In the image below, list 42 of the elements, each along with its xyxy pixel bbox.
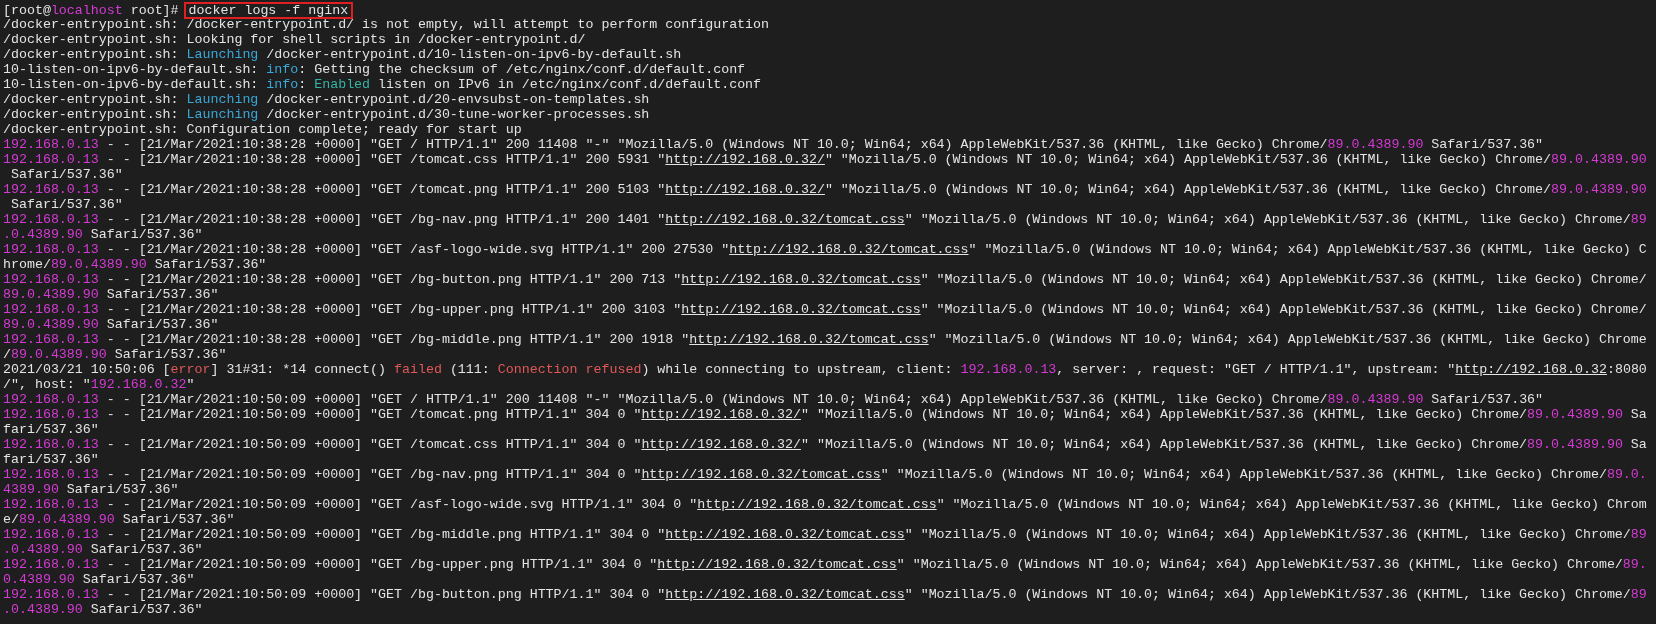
log-line: /docker-entrypoint.sh: Looking for shell scripts in /docker-entrypoint.d/ (3, 32, 586, 47)
log-line: 192.168.0.13 - - [21/Mar/2021:10:38:28 +0000] "GET /asf-logo-wide.svg HTTP/1.1" 200 27530 "http://192.168.0.32/tomcat.css" "Mozilla/5.0 (Windows NT 10.0; Win64; x64) AppleWebKit/537.36 (KHTML, like Gecko) C (3, 242, 1647, 257)
log-line: Safari/537.36" (9, 197, 123, 212)
log-line: 192.168.0.13 - - [21/Mar/2021:10:38:28 +0000] "GET /tomcat.png HTTP/1.1" 200 5103 "http://192.168.0.32/" "Mozilla/5.0 (Windows NT 10.0; Win64; x64) AppleWebKit/537.36 (KHTML, like Gecko) Chrome/89.0.4389.90 (3, 182, 1647, 197)
log-line: 2021/03/21 10:50:06 [error] 31#31: *14 connect() failed (111: Connection refused) while connecting to upstream, client: 192.168.0.13, server: , request: "GET / HTTP/1.1", upstream: "http://192.168.0.32:8080 (3, 362, 1647, 377)
highlighted-command: docker logs -f nginx (183, 2, 354, 19)
log-line: 192.168.0.13 - - [21/Mar/2021:10:50:09 +0000] "GET /tomcat.png HTTP/1.1" 304 0 "http://192.168.0.32/" "Mozilla/5.0 (Windows NT 10.0; Win64; x64) AppleWebKit/537.36 (KHTML, like Gecko) Chrome/89.0.4389.90 Sa (3, 407, 1647, 422)
log-line: hrome/89.0.4389.90 Safari/537.36" (3, 257, 267, 272)
log-line: 89.0.4389.90 Safari/537.36" (3, 317, 219, 332)
log-line: 89.0.4389.90 Safari/537.36" (3, 287, 219, 302)
log-line: .0.4389.90 Safari/537.36" (3, 602, 203, 617)
log-line: 4389.90 Safari/537.36" (3, 482, 179, 497)
log-line: 10-listen-on-ipv6-by-default.sh: info: Getting the checksum of /etc/nginx/conf.d/default.conf (3, 62, 746, 77)
log-line: 192.168.0.13 - - [21/Mar/2021:10:38:28 +0000] "GET /bg-middle.png HTTP/1.1" 200 1918 "http://192.168.0.32/tomcat.css" "Mozilla/5.0 (Windows NT 10.0; Win64; x64) AppleWebKit/537.36 (KHTML, like Gecko) Chrome (3, 332, 1647, 347)
log-line: Safari/537.36" (9, 167, 123, 182)
log-line: .0.4389.90 Safari/537.36" (3, 227, 203, 242)
log-line: /docker-entrypoint.sh: Configuration complete; ready for start up (3, 122, 522, 137)
log-line: 192.168.0.13 - - [21/Mar/2021:10:50:09 +0000] "GET / HTTP/1.1" 200 11408 "-" "Mozilla/5.0 (Windows NT 10.0; Win64; x64) AppleWebKit/537.36 (KHTML, like Gecko) Chrome/89.0.4389.90 Safari/537.36" (3, 392, 1544, 407)
log-line: 192.168.0.13 - - [21/Mar/2021:10:50:09 +0000] "GET /bg-upper.png HTTP/1.1" 304 0 "http://192.168.0.32/tomcat.css" "Mozilla/5.0 (Windows NT 10.0; Win64; x64) AppleWebKit/537.36 (KHTML, like Gecko) Chrome/89. (3, 557, 1647, 572)
log-line: /docker-entrypoint.sh: Launching /docker-entrypoint.d/20-envsubst-on-templates.sh (3, 92, 650, 107)
shell-prompt: [root@localhost root]# (3, 3, 180, 18)
log-line: fari/537.36" (3, 422, 99, 437)
log-line: 192.168.0.13 - - [21/Mar/2021:10:38:28 +0000] "GET /bg-button.png HTTP/1.1" 200 713 "http://192.168.0.32/tomcat.css" "Mozilla/5.0 (Windows NT 10.0; Win64; x64) AppleWebKit/537.36 (KHTML, like Gecko) Chrome/ (3, 272, 1647, 287)
log-line: e/89.0.4389.90 Safari/537.36" (3, 512, 235, 527)
log-line: /", host: "192.168.0.32" (3, 377, 195, 392)
log-line: .0.4389.90 Safari/537.36" (3, 542, 203, 557)
log-line: 192.168.0.13 - - [21/Mar/2021:10:50:09 +0000] "GET /bg-middle.png HTTP/1.1" 304 0 "http://192.168.0.32/tomcat.css" "Mozilla/5.0 (Windows NT 10.0; Win64; x64) AppleWebKit/537.36 (KHTML, like Gecko) Chrome/89 (3, 527, 1647, 542)
log-line: /docker-entrypoint.sh: /docker-entrypoint.d/ is not empty, will attempt to perform configuration (3, 17, 770, 32)
log-line: /89.0.4389.90 Safari/537.36" (3, 347, 227, 362)
log-line: 192.168.0.13 - - [21/Mar/2021:10:50:09 +0000] "GET /tomcat.css HTTP/1.1" 304 0 "http://192.168.0.32/" "Mozilla/5.0 (Windows NT 10.0; Win64; x64) AppleWebKit/537.36 (KHTML, like Gecko) Chrome/89.0.4389.90 Sa (3, 437, 1647, 452)
log-line: 10-listen-on-ipv6-by-default.sh: info: Enabled listen on IPv6 in /etc/nginx/conf.d/default.conf (3, 77, 762, 92)
log-line: 192.168.0.13 - - [21/Mar/2021:10:50:09 +0000] "GET /bg-nav.png HTTP/1.1" 304 0 "http://192.168.0.32/tomcat.css" "Mozilla/5.0 (Windows NT 10.0; Win64; x64) AppleWebKit/537.36 (KHTML, like Gecko) Chrome/89.0. (3, 467, 1647, 482)
log-line: 0.4389.90 Safari/537.36" (3, 572, 195, 587)
log-line: /docker-entrypoint.sh: Launching /docker-entrypoint.d/10-listen-on-ipv6-by-default.sh (3, 47, 682, 62)
log-line: 192.168.0.13 - - [21/Mar/2021:10:50:09 +0000] "GET /bg-button.png HTTP/1.1" 304 0 "http://192.168.0.32/tomcat.css" "Mozilla/5.0 (Windows NT 10.0; Win64; x64) AppleWebKit/537.36 (KHTML, like Gecko) Chrome/89 (3, 587, 1647, 602)
log-line: 192.168.0.13 - - [21/Mar/2021:10:38:28 +0000] "GET /bg-nav.png HTTP/1.1" 200 1401 "http://192.168.0.32/tomcat.css" "Mozilla/5.0 (Windows NT 10.0; Win64; x64) AppleWebKit/537.36 (KHTML, like Gecko) Chrome/89 (3, 212, 1647, 227)
log-line: 192.168.0.13 - - [21/Mar/2021:10:38:28 +0000] "GET / HTTP/1.1" 200 11408 "-" "Mozilla/5.0 (Windows NT 10.0; Win64; x64) AppleWebKit/537.36 (KHTML, like Gecko) Chrome/89.0.4389.90 Safari/537.36" (3, 137, 1544, 152)
log-line: 192.168.0.13 - - [21/Mar/2021:10:38:28 +0000] "GET /tomcat.css HTTP/1.1" 200 5931 "http://192.168.0.32/" "Mozilla/5.0 (Windows NT 10.0; Win64; x64) AppleWebKit/537.36 (KHTML, like Gecko) Chrome/89.0.4389.90 (3, 152, 1647, 167)
log-line: 192.168.0.13 - - [21/Mar/2021:10:50:09 +0000] "GET /asf-logo-wide.svg HTTP/1.1" 304 0 "http://192.168.0.32/tomcat.css" "Mozilla/5.0 (Windows NT 10.0; Win64; x64) AppleWebKit/537.36 (KHTML, like Gecko) Chrom (3, 497, 1647, 512)
log-line: fari/537.36" (3, 452, 99, 467)
log-line: 192.168.0.13 - - [21/Mar/2021:10:38:28 +0000] "GET /bg-upper.png HTTP/1.1" 200 3103 "http://192.168.0.32/tomcat.css" "Mozilla/5.0 (Windows NT 10.0; Win64; x64) AppleWebKit/537.36 (KHTML, like Gecko) Chrome/ (3, 302, 1647, 317)
log-line: /docker-entrypoint.sh: Launching /docker-entrypoint.d/30-tune-worker-processes.sh (3, 107, 650, 122)
